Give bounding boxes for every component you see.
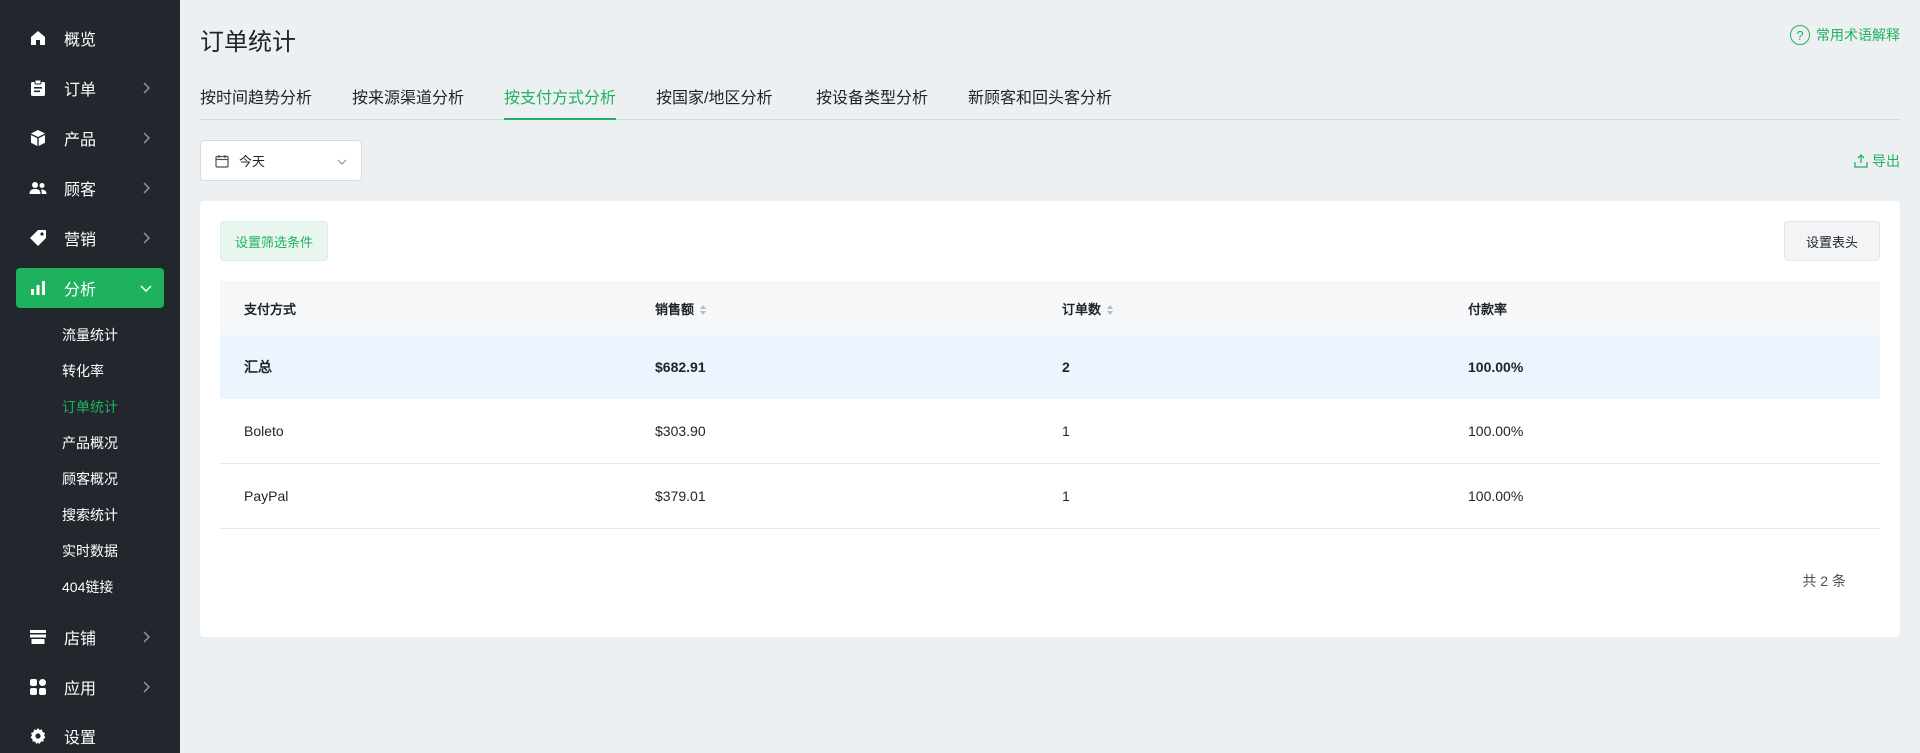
sidebar-item-settings[interactable]: 设置 <box>16 716 164 753</box>
sidebar-item-analytics[interactable]: 分析 <box>16 268 164 308</box>
cell-orders: 1 <box>1062 488 1070 504</box>
chevron-right-icon <box>138 180 154 196</box>
tab-country-region[interactable]: 按国家/地区分析 <box>656 84 772 120</box>
sidebar-item-store[interactable]: 店铺 <box>16 617 164 657</box>
page-title: 订单统计 <box>200 29 296 56</box>
header-sales[interactable]: 销售额 <box>655 299 707 318</box>
sidebar-item-label: 设置 <box>64 730 97 747</box>
header-payment-method: 支付方式 <box>244 301 297 317</box>
sidebar-item-label: 营销 <box>64 232 97 249</box>
sidebar-item-label: 店铺 <box>64 631 97 648</box>
tag-icon <box>28 228 48 248</box>
chevron-down-icon <box>138 280 154 296</box>
cell-rate: 100.00% <box>1468 488 1524 504</box>
sidebar-subitem-404-links[interactable]: 404链接 <box>62 575 113 599</box>
apps-icon <box>28 677 48 697</box>
chevron-right-icon <box>138 230 154 246</box>
analysis-tabs: 按时间趋势分析 按来源渠道分析 按支付方式分析 按国家/地区分析 按设备类型分析… <box>200 80 1900 120</box>
sidebar-item-apps[interactable]: 应用 <box>16 667 164 707</box>
sidebar-item-marketing[interactable]: 营销 <box>16 218 164 258</box>
sidebar-item-products[interactable]: 产品 <box>16 118 164 158</box>
sidebar-subitem-product-overview[interactable]: 产品概况 <box>62 431 118 455</box>
set-filter-button[interactable]: 设置筛选条件 <box>220 221 329 261</box>
cell-sales: $682.91 <box>655 359 706 375</box>
cell-sales: $303.90 <box>655 423 706 439</box>
cell-method: Boleto <box>244 423 284 439</box>
chevron-right-icon <box>138 679 154 695</box>
export-label: 导出 <box>1872 153 1900 169</box>
export-button[interactable]: 导出 <box>1854 151 1900 171</box>
sort-icon <box>1107 305 1114 316</box>
header-orders-label: 订单数 <box>1062 301 1102 317</box>
sidebar-item-label: 分析 <box>64 282 97 299</box>
payment-method-table: 支付方式 销售额 订单数 付款率 汇总 $682.91 2 100.00% Bo… <box>220 281 1880 529</box>
header-sales-label: 销售额 <box>655 301 695 317</box>
chevron-right-icon <box>138 130 154 146</box>
table-row: Boleto $303.90 1 100.00% <box>220 399 1880 464</box>
cell-method: 汇总 <box>244 359 272 375</box>
sidebar-item-orders[interactable]: 订单 <box>16 68 164 108</box>
gear-icon <box>28 726 48 746</box>
sidebar-item-label: 产品 <box>64 132 97 149</box>
table-header: 支付方式 销售额 订单数 付款率 <box>220 281 1880 335</box>
sidebar: 概览 订单 产品 顾客 营销 分析 流量统计 转化率 订单统计 产品概况 顾客概… <box>0 0 180 753</box>
cell-rate: 100.00% <box>1468 423 1524 439</box>
sidebar-subitem-traffic[interactable]: 流量统计 <box>62 323 118 347</box>
date-range-picker[interactable]: 今天 <box>200 140 362 181</box>
header-orders[interactable]: 订单数 <box>1062 299 1114 318</box>
cell-rate: 100.00% <box>1468 359 1524 375</box>
sidebar-item-label: 应用 <box>64 681 97 698</box>
sidebar-subitem-customer-overview[interactable]: 顾客概况 <box>62 467 118 491</box>
pagination-total: 共 2 条 <box>1802 573 1846 589</box>
header-payment-rate: 付款率 <box>1468 301 1508 317</box>
tab-device-type[interactable]: 按设备类型分析 <box>816 84 928 120</box>
bar-chart-icon <box>28 278 48 298</box>
tab-payment-method[interactable]: 按支付方式分析 <box>504 84 617 120</box>
cell-method: PayPal <box>244 488 289 504</box>
store-icon <box>28 627 48 647</box>
sidebar-subitem-order-stats[interactable]: 订单统计 <box>62 395 118 419</box>
calendar-icon <box>215 154 229 168</box>
table-row-total: 汇总 $682.91 2 100.00% <box>220 335 1880 399</box>
sidebar-item-overview[interactable]: 概览 <box>16 18 164 58</box>
main-content: 订单统计 ? 常用术语解释 按时间趋势分析 按来源渠道分析 按支付方式分析 按国… <box>180 0 1920 753</box>
sidebar-subitem-search-stats[interactable]: 搜索统计 <box>62 503 118 527</box>
sidebar-item-customers[interactable]: 顾客 <box>16 168 164 208</box>
chevron-right-icon <box>138 80 154 96</box>
sidebar-item-label: 概览 <box>64 32 97 49</box>
glossary-link-label: 常用术语解释 <box>1816 27 1900 43</box>
glossary-link[interactable]: ? 常用术语解释 <box>1790 25 1900 45</box>
tab-new-returning[interactable]: 新顾客和回头客分析 <box>968 84 1112 120</box>
users-icon <box>28 178 48 198</box>
report-card: 设置筛选条件 设置表头 支付方式 销售额 订单数 付款率 汇总 $682.91 … <box>200 201 1900 637</box>
upload-icon <box>1854 154 1868 168</box>
tab-source-channel[interactable]: 按来源渠道分析 <box>352 84 464 120</box>
chevron-right-icon <box>138 629 154 645</box>
set-columns-button[interactable]: 设置表头 <box>1784 221 1880 261</box>
date-range-value: 今天 <box>239 154 266 169</box>
box-icon <box>28 128 48 148</box>
help-icon: ? <box>1790 25 1810 45</box>
cell-orders: 2 <box>1062 359 1070 375</box>
sidebar-item-label: 顾客 <box>64 182 97 199</box>
sort-icon <box>700 305 707 316</box>
sidebar-subitem-realtime[interactable]: 实时数据 <box>62 539 118 563</box>
clipboard-icon <box>28 78 48 98</box>
sidebar-item-label: 订单 <box>64 82 97 99</box>
cell-sales: $379.01 <box>655 488 706 504</box>
home-icon <box>28 28 48 48</box>
table-row: PayPal $379.01 1 100.00% <box>220 464 1880 529</box>
tab-time-trend[interactable]: 按时间趋势分析 <box>200 84 312 120</box>
sidebar-subitem-conversion[interactable]: 转化率 <box>62 359 104 383</box>
chevron-down-icon <box>337 153 347 168</box>
cell-orders: 1 <box>1062 423 1070 439</box>
